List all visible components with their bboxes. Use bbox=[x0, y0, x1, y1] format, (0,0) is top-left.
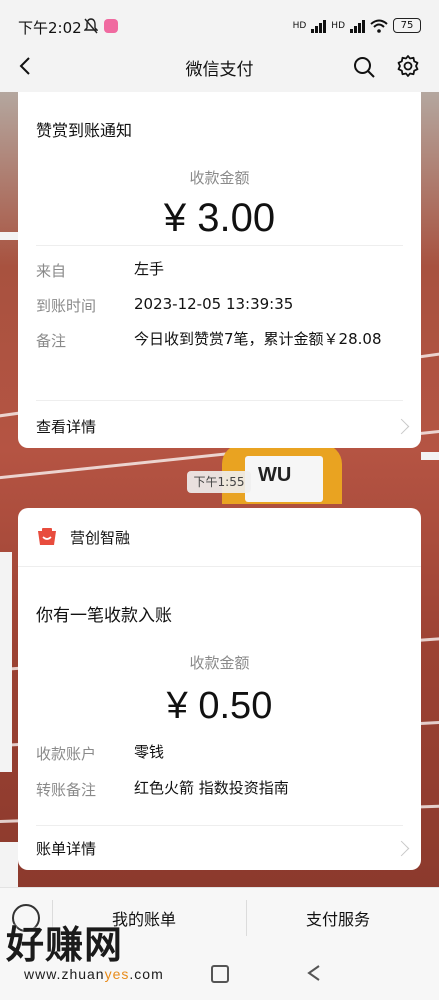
back-triangle-icon[interactable] bbox=[306, 964, 322, 982]
amount-value: ¥ 3.00 bbox=[163, 196, 276, 240]
view-details-link[interactable]: 查看详情 bbox=[36, 416, 96, 437]
payment-received-card[interactable]: 营创智融 你有一笔收款入账 收款金额 ¥ 0.50 收款账户 零钱 转账备注 红… bbox=[18, 508, 421, 870]
status-right: HD HD 75 bbox=[293, 18, 421, 33]
hurdle-bar bbox=[0, 232, 18, 240]
message-timestamp: 下午1:55 bbox=[187, 471, 251, 493]
bell-muted-icon bbox=[84, 18, 98, 34]
hurdle-bar bbox=[421, 452, 439, 460]
network-hd-label: HD bbox=[292, 20, 307, 31]
row-label-time: 到账时间 bbox=[36, 297, 97, 315]
watermark-logo: 好赚网 bbox=[6, 923, 124, 967]
merchant-name: 营创智融 bbox=[70, 529, 131, 547]
row-value-time: 2023-12-05 13:39:35 bbox=[134, 295, 294, 313]
runner-bib-text: WU bbox=[258, 464, 292, 486]
battery-indicator: 75 bbox=[393, 18, 421, 33]
signal-icon-2 bbox=[350, 19, 365, 33]
signal-icon bbox=[311, 19, 327, 33]
divider bbox=[36, 825, 403, 826]
search-icon[interactable] bbox=[352, 55, 376, 79]
menu-divider bbox=[246, 900, 247, 936]
row-value-note: 今日收到赞赏7笔，累计金额￥28.08 bbox=[134, 330, 382, 348]
amount-label: 收款金额 bbox=[189, 169, 250, 187]
bill-details-link[interactable]: 账单详情 bbox=[36, 838, 96, 859]
divider bbox=[18, 566, 421, 567]
chevron-right-icon bbox=[393, 418, 410, 435]
amount-label: 收款金额 bbox=[189, 654, 250, 672]
divider bbox=[36, 245, 403, 246]
row-label-note: 备注 bbox=[36, 332, 67, 350]
row-label-from: 来自 bbox=[36, 262, 67, 280]
app-notification-icon bbox=[104, 19, 118, 33]
watermark-url: www.zhuanyes.com bbox=[24, 966, 164, 982]
wifi-icon bbox=[370, 19, 388, 33]
status-time: 下午2:02 bbox=[18, 19, 82, 37]
home-square-icon[interactable] bbox=[211, 965, 229, 983]
row-value-account: 零钱 bbox=[134, 743, 165, 761]
chevron-right-icon bbox=[393, 840, 410, 857]
nav-bar: 微信支付 bbox=[0, 40, 439, 92]
row-value-from: 左手 bbox=[134, 260, 165, 278]
row-value-remark: 红色火箭 指数投资指南 bbox=[134, 779, 289, 797]
network-hd-label-2: HD bbox=[331, 20, 345, 31]
card-title: 你有一笔收款入账 bbox=[36, 606, 172, 626]
merchant-logo-icon bbox=[38, 528, 56, 545]
divider bbox=[36, 400, 403, 401]
menu-payment-services[interactable]: 支付服务 bbox=[306, 906, 370, 930]
chevron-left-icon[interactable] bbox=[14, 54, 38, 78]
watermark-url-suffix: .com bbox=[129, 966, 164, 982]
card-title: 赞赏到账通知 bbox=[36, 121, 133, 140]
row-label-remark: 转账备注 bbox=[36, 781, 97, 799]
hurdle-post bbox=[0, 842, 18, 887]
hurdle-post bbox=[0, 552, 12, 772]
row-label-account: 收款账户 bbox=[36, 745, 97, 763]
watermark-url-prefix: www.zhuan bbox=[24, 966, 105, 982]
watermark-url-highlight: yes bbox=[104, 966, 130, 982]
reward-notification-card[interactable]: 赞赏到账通知 收款金额 ¥ 3.00 来自 左手 到账时间 2023-12-05… bbox=[18, 92, 421, 448]
amount-value: ¥ 0.50 bbox=[166, 685, 273, 727]
gear-icon[interactable] bbox=[396, 54, 420, 78]
